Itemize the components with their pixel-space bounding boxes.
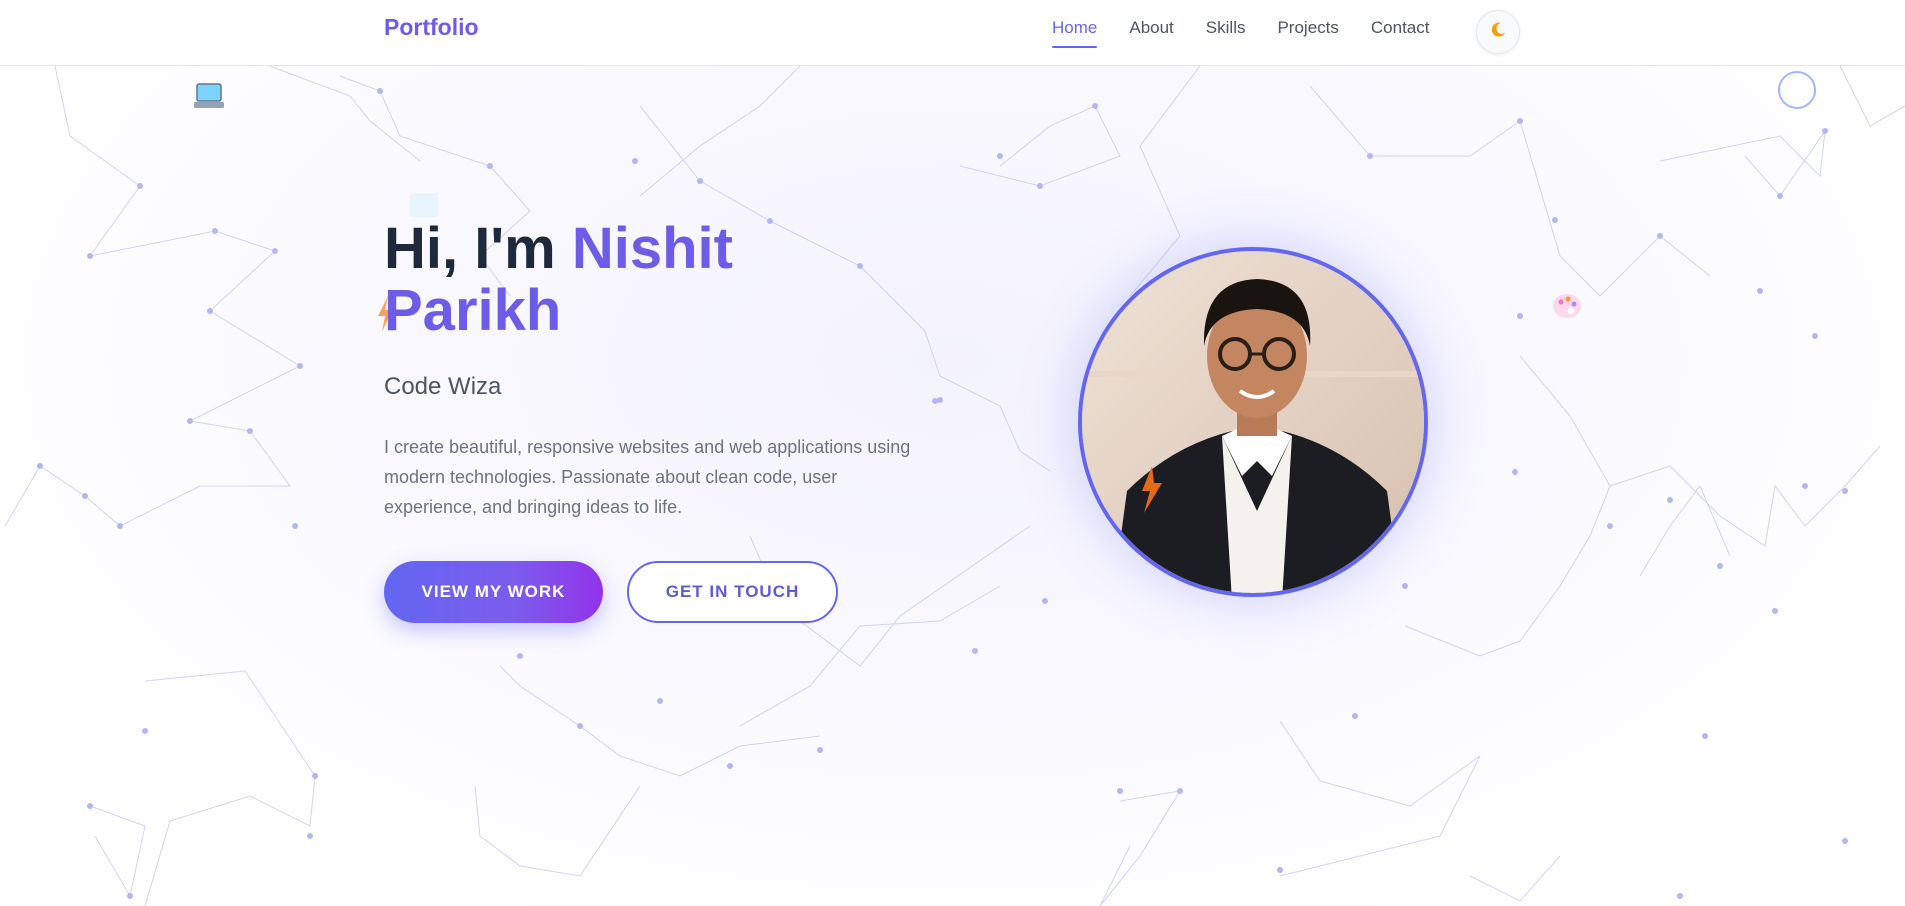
hero-description: I create beautiful, responsive websites … [384, 437, 911, 517]
name-first: Nishit [571, 216, 733, 281]
nav-links: Home About Skills Projects Contact [1052, 18, 1461, 48]
greeting-text: Hi, I'm [384, 216, 572, 281]
theme-toggle-button[interactable] [1476, 10, 1520, 54]
laptop-icon [192, 80, 226, 118]
name-last: Parikh [384, 278, 562, 343]
navbar: Portfolio Home About Skills Projects Con… [0, 0, 1905, 66]
nav-link-about[interactable]: About [1129, 18, 1173, 48]
brand-logo[interactable]: Portfolio [384, 14, 479, 41]
profile-photo [1078, 247, 1428, 597]
circle-outline-decoration [1778, 71, 1816, 109]
view-my-work-button[interactable]: VIEW MY WORK [384, 561, 603, 623]
nav-link-contact[interactable]: Contact [1371, 18, 1430, 48]
hero-subtitle: Code Wiza [384, 373, 502, 400]
square-decoration [410, 193, 438, 217]
moon-icon [1489, 21, 1507, 43]
palette-icon [1551, 291, 1583, 325]
nav-link-skills[interactable]: Skills [1206, 18, 1246, 48]
get-in-touch-button[interactable]: GET IN TOUCH [627, 561, 838, 623]
network-background [4, 66, 1905, 906]
nav-link-home[interactable]: Home [1052, 18, 1098, 48]
nav-link-projects[interactable]: Projects [1277, 18, 1338, 48]
hero-title: Hi, I'm Nishit Parikh [384, 218, 984, 342]
